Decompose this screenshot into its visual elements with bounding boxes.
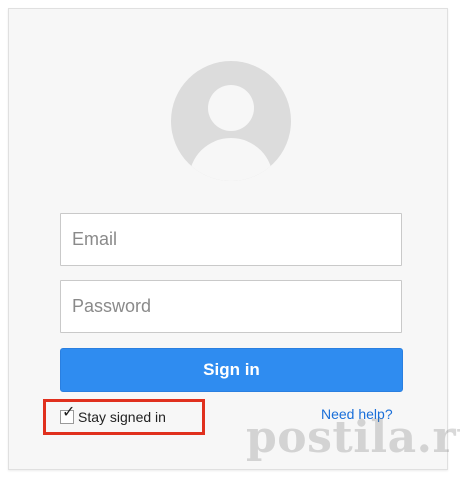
avatar-placeholder-icon — [171, 61, 291, 181]
email-field[interactable] — [60, 213, 402, 266]
checkmark-icon: ✓ — [62, 404, 76, 421]
avatar-body — [189, 138, 273, 181]
watermark: postila.ru — [246, 412, 460, 463]
avatar-head — [208, 85, 254, 131]
signin-card: Sign in ✓ Stay signed in Need help? — [8, 8, 448, 470]
sign-in-button[interactable]: Sign in — [60, 348, 403, 392]
stay-signed-in-checkbox[interactable]: ✓ — [60, 405, 75, 424]
password-field[interactable] — [60, 280, 402, 333]
stay-signed-in-label[interactable]: Stay signed in — [78, 409, 166, 425]
stay-signed-in-highlight: ✓ Stay signed in — [43, 399, 205, 435]
